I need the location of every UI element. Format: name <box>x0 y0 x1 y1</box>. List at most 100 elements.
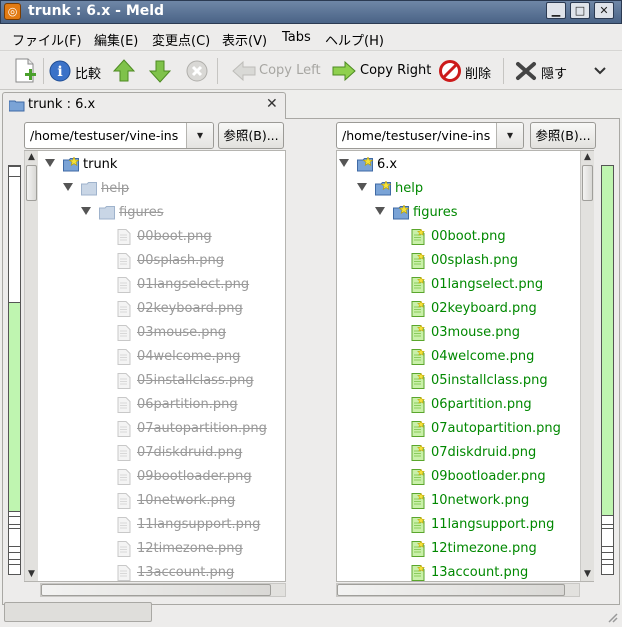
left-tree[interactable]: trunk help figures 00boot.png 00splash.png 01… <box>24 150 286 582</box>
expander-icon[interactable] <box>63 183 73 191</box>
right-path-text[interactable]: /home/testuser/vine-ins <box>342 128 490 143</box>
left-tree-row[interactable]: 02keyboard.png <box>25 297 285 321</box>
stop-icon[interactable] <box>186 60 208 82</box>
info-icon[interactable]: i <box>49 60 71 82</box>
right-tree-row[interactable]: 09bootloader.png <box>337 465 593 489</box>
right-tree-row[interactable]: 05installclass.png <box>337 369 593 393</box>
file-icon <box>411 300 426 321</box>
right-row-label: 6.x <box>377 157 398 172</box>
right-tree-row[interactable]: 03mouse.png <box>337 321 593 345</box>
left-path-combo[interactable]: /home/testuser/vine-ins ▾ <box>24 122 214 149</box>
hide-icon[interactable] <box>515 61 537 81</box>
left-tree-row[interactable]: trunk <box>25 153 285 177</box>
scroll-down-icon[interactable]: ▼ <box>581 568 594 581</box>
right-browse-button[interactable]: 参照(B)... <box>530 122 596 149</box>
arrow-left-icon[interactable] <box>232 61 256 81</box>
left-tree-row[interactable]: 05installclass.png <box>25 369 285 393</box>
close-icon[interactable]: ✕ <box>266 96 278 112</box>
new-comparison-icon[interactable] <box>13 58 37 84</box>
left-tree-row[interactable]: 07autopartition.png <box>25 417 285 441</box>
left-scrollbar[interactable]: ▲ ▼ <box>24 151 38 581</box>
delete-button[interactable]: 削除 <box>465 63 491 82</box>
maximize-icon[interactable]: □ <box>570 2 590 19</box>
arrow-right-icon[interactable] <box>332 61 356 81</box>
file-icon <box>411 420 426 441</box>
left-row-label: 07autopartition.png <box>137 421 267 436</box>
copy-left-button[interactable]: Copy Left <box>259 63 321 78</box>
menu-changes[interactable]: 変更点(C) <box>152 30 210 49</box>
right-tree-row[interactable]: 07autopartition.png <box>337 417 593 441</box>
right-tree-row[interactable]: 13account.png <box>337 561 593 581</box>
left-tree-row[interactable]: 04welcome.png <box>25 345 285 369</box>
left-tree-row[interactable]: 06partition.png <box>25 393 285 417</box>
left-scroll-thumb[interactable] <box>26 165 37 201</box>
right-tree-row[interactable]: help <box>337 177 593 201</box>
expander-icon[interactable] <box>45 159 55 167</box>
left-tree-row[interactable]: 07diskdruid.png <box>25 441 285 465</box>
right-tree-row[interactable]: 00boot.png <box>337 225 593 249</box>
left-tree-row[interactable]: 12timezone.png <box>25 537 285 561</box>
left-tree-row[interactable]: 01langselect.png <box>25 273 285 297</box>
menu-tabs[interactable]: Tabs <box>282 30 311 45</box>
right-tree-row[interactable]: 6.x <box>337 153 593 177</box>
minimize-icon[interactable]: ▁ <box>546 2 566 19</box>
hide-button[interactable]: 隠す <box>541 63 567 82</box>
compare-button[interactable]: 比較 <box>75 63 101 82</box>
expander-icon[interactable] <box>81 207 91 215</box>
chevron-down-icon[interactable]: ▾ <box>496 123 523 148</box>
menu-view[interactable]: 表示(V) <box>222 30 267 49</box>
left-tree-row[interactable]: 13account.png <box>25 561 285 581</box>
right-tree-row[interactable]: 00splash.png <box>337 249 593 273</box>
scroll-down-icon[interactable]: ▼ <box>25 568 38 581</box>
expander-icon[interactable] <box>339 159 349 167</box>
right-tree-row[interactable]: 12timezone.png <box>337 537 593 561</box>
left-tree-row[interactable]: 00boot.png <box>25 225 285 249</box>
left-tree-row[interactable]: help <box>25 177 285 201</box>
meld-icon[interactable]: ◎ <box>4 3 21 20</box>
delete-icon[interactable] <box>439 60 461 82</box>
scroll-up-icon[interactable]: ▲ <box>581 151 594 164</box>
right-tree-row[interactable]: 07diskdruid.png <box>337 441 593 465</box>
left-browse-button[interactable]: 参照(B)... <box>218 122 284 149</box>
scroll-up-icon[interactable]: ▲ <box>25 151 38 164</box>
left-row-label: 03mouse.png <box>137 325 227 340</box>
right-path-combo[interactable]: /home/testuser/vine-ins ▾ <box>336 122 524 149</box>
right-tree-row[interactable]: 06partition.png <box>337 393 593 417</box>
left-hscrollbar[interactable] <box>40 583 286 597</box>
left-tree-row[interactable]: figures <box>25 201 285 225</box>
go-down-icon[interactable] <box>149 59 171 83</box>
chevron-down-icon[interactable] <box>594 66 606 76</box>
right-tree-row[interactable]: 02keyboard.png <box>337 297 593 321</box>
left-row-label: trunk <box>83 157 118 172</box>
close-icon[interactable]: ✕ <box>594 2 614 19</box>
right-diff-map[interactable] <box>601 165 614 575</box>
right-scroll-thumb[interactable] <box>582 165 593 201</box>
chevron-down-icon[interactable]: ▾ <box>186 123 213 148</box>
right-tree-row[interactable]: figures <box>337 201 593 225</box>
left-tree-row[interactable]: 09bootloader.png <box>25 465 285 489</box>
left-tree-row[interactable]: 03mouse.png <box>25 321 285 345</box>
expander-icon[interactable] <box>375 207 385 215</box>
left-tree-row[interactable]: 00splash.png <box>25 249 285 273</box>
right-hscroll-thumb[interactable] <box>337 584 565 596</box>
left-path-text[interactable]: /home/testuser/vine-ins <box>30 128 178 143</box>
go-up-icon[interactable] <box>113 59 135 83</box>
right-tree-row[interactable]: 04welcome.png <box>337 345 593 369</box>
menu-edit[interactable]: 編集(E) <box>94 30 138 49</box>
copy-right-button[interactable]: Copy Right <box>360 63 431 78</box>
left-tree-row[interactable]: 10network.png <box>25 489 285 513</box>
right-tree-row[interactable]: 11langsupport.png <box>337 513 593 537</box>
left-hscroll-thumb[interactable] <box>41 584 271 596</box>
right-tree[interactable]: 6.x help figures 00boot.png 00splash.png 01la… <box>336 150 594 582</box>
menu-help[interactable]: ヘルプ(H) <box>325 30 384 49</box>
right-hscrollbar[interactable] <box>336 583 580 597</box>
resize-grip-icon[interactable] <box>606 611 618 623</box>
left-diff-map[interactable] <box>8 165 21 575</box>
left-tree-row[interactable]: 11langsupport.png <box>25 513 285 537</box>
menu-file[interactable]: ファイル(F) <box>12 30 82 49</box>
right-tree-row[interactable]: 01langselect.png <box>337 273 593 297</box>
right-scrollbar[interactable]: ▲ ▼ <box>580 151 594 581</box>
expander-icon[interactable] <box>357 183 367 191</box>
right-tree-row[interactable]: 10network.png <box>337 489 593 513</box>
file-icon <box>117 445 131 465</box>
